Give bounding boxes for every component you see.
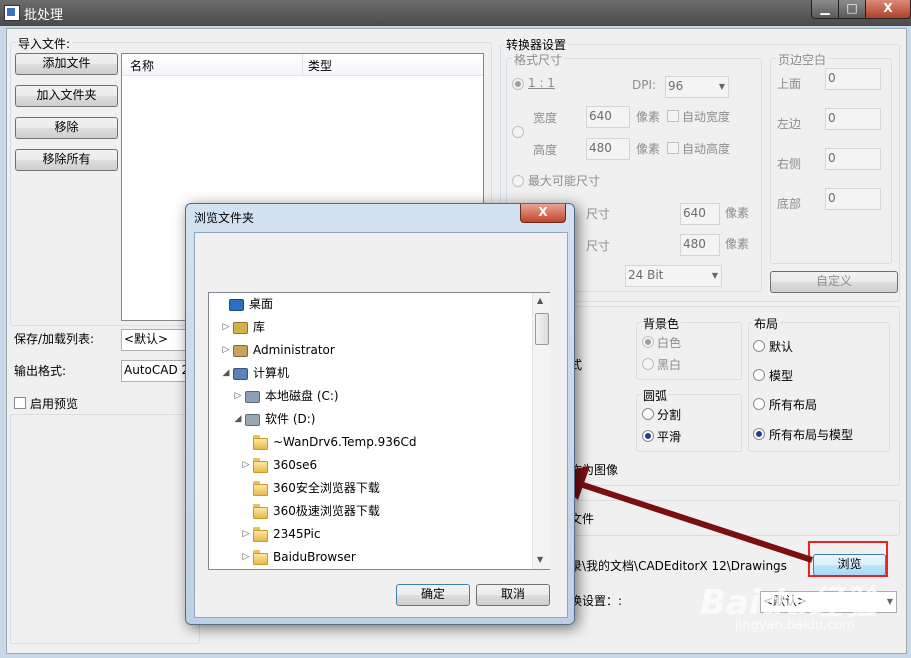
folder-icon <box>253 481 268 496</box>
tree-item[interactable]: 360安全浏览器下载 <box>209 477 531 500</box>
dialog-title: 浏览文件夹 <box>194 211 255 225</box>
tree-item-label: 360se6 <box>273 458 318 472</box>
drive-d-icon <box>245 414 260 426</box>
folder-icon <box>253 504 268 519</box>
tree-item[interactable]: ▷ 360se6 <box>209 454 531 477</box>
folder-icon <box>253 527 268 542</box>
arrow-shaft <box>579 481 813 563</box>
drive-c-icon <box>245 391 260 403</box>
collapsed-arrow-icon[interactable]: ▷ <box>241 523 251 546</box>
folder-icon <box>253 435 268 450</box>
tree-item-label: ~WanDrv6.Temp.936Cd <box>273 435 417 449</box>
collapsed-arrow-icon[interactable]: ▷ <box>233 385 243 408</box>
folder-icon <box>253 550 268 565</box>
tree-scrollbar[interactable]: ▲ ▼ <box>532 293 550 569</box>
tree-item-label: 桌面 <box>249 297 274 311</box>
cancel-button[interactable]: 取消 <box>476 584 550 606</box>
scroll-down-icon[interactable]: ▼ <box>537 555 543 564</box>
tree-item-label: 本地磁盘 (C:) <box>265 389 339 403</box>
collapsed-arrow-icon[interactable]: ▷ <box>221 316 231 339</box>
collapsed-arrow-icon[interactable]: ▷ <box>241 454 251 477</box>
expanded-arrow-icon[interactable]: ◢ <box>221 362 231 385</box>
tree-item-label: 库 <box>253 320 266 334</box>
collapsed-arrow-icon[interactable]: ▷ <box>221 339 231 362</box>
tree-item[interactable]: ▷ Administrator <box>209 339 531 362</box>
computer-icon <box>233 368 248 380</box>
tree-item-label: 360极速浏览器下载 <box>273 504 380 518</box>
tree-item-label: 计算机 <box>253 366 290 380</box>
dialog-close-button[interactable]: X <box>520 204 566 223</box>
tree-item[interactable]: ◢ 计算机 <box>209 362 531 385</box>
tree-item[interactable]: ~WanDrv6.Temp.936Cd <box>209 431 531 454</box>
watermark-logo: Baidu经验 <box>700 583 878 623</box>
folder-icon <box>253 458 268 473</box>
ok-button[interactable]: 确定 <box>396 584 470 606</box>
watermark-url: jingyan.baidu.com <box>735 618 855 633</box>
tree-item-label: 2345Pic <box>273 527 321 541</box>
tree-item[interactable]: ◢ 软件 (D:) <box>209 408 531 431</box>
browse-folder-dialog: 浏览文件夹 X 桌面 ▷ 库 ▷ Administrator ◢ 计算机 ▷ 本地磁盘 (C:)… <box>185 203 575 625</box>
folder-tree[interactable]: 桌面 ▷ 库 ▷ Administrator ◢ 计算机 ▷ 本地磁盘 (C:) ◢ 软件 (D:)… <box>208 292 550 570</box>
library-icon <box>233 322 248 334</box>
expanded-arrow-icon[interactable]: ◢ <box>233 408 243 431</box>
tree-rows: 桌面 ▷ 库 ▷ Administrator ◢ 计算机 ▷ 本地磁盘 (C:) ◢ 软件 (D:)… <box>209 293 531 569</box>
tree-item[interactable]: 360极速浏览器下载 <box>209 500 531 523</box>
user-folder-icon <box>233 345 248 357</box>
tree-item[interactable]: ▷ 2345Pic <box>209 523 531 546</box>
tree-item-label: BaiduBrowser <box>273 550 356 564</box>
tree-item-label: 360安全浏览器下载 <box>273 481 380 495</box>
collapsed-arrow-icon[interactable]: ▷ <box>241 546 251 569</box>
tree-item-label: 软件 (D:) <box>265 412 316 426</box>
tree-item-label: Administrator <box>253 343 335 357</box>
tree-item[interactable]: ▷ 本地磁盘 (C:) <box>209 385 531 408</box>
scroll-up-icon[interactable]: ▲ <box>537 296 543 305</box>
tree-item[interactable]: ▷ BaiduBrowser <box>209 546 531 569</box>
tree-item[interactable]: ▷ 库 <box>209 316 531 339</box>
tree-item[interactable]: 桌面 <box>209 293 531 316</box>
scroll-thumb[interactable] <box>535 313 549 345</box>
desktop-icon <box>229 299 244 311</box>
